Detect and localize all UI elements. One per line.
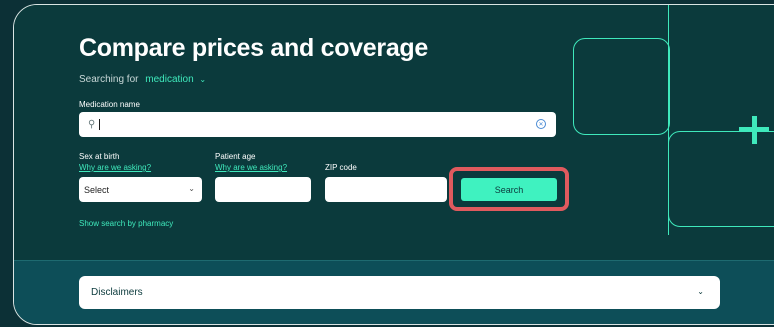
medication-label: Medication name (79, 100, 140, 109)
plus-icon-vertical (752, 116, 757, 144)
search-icon: ⚲ (88, 119, 96, 130)
pharmacy-search-link[interactable]: Show search by pharmacy (79, 219, 173, 228)
sex-select[interactable]: Select ⌄ (79, 177, 202, 202)
age-why-link[interactable]: Why are we asking? (215, 163, 287, 172)
disclaimers-accordion[interactable]: Disclaimers ⌄ (79, 276, 720, 309)
age-input[interactable] (215, 177, 311, 202)
sex-label: Sex at birth (79, 152, 120, 161)
clear-icon[interactable]: ✕ (536, 119, 546, 129)
sex-select-value: Select (84, 184, 110, 195)
decor-rect-outline (668, 131, 774, 227)
zip-input[interactable] (325, 177, 447, 202)
searching-for: Searching for medication ⌄ (79, 74, 206, 85)
medication-input[interactable]: ⚲ ✕ (79, 112, 556, 137)
search-button-highlight: Search (449, 167, 569, 211)
search-type-dropdown[interactable]: medication (145, 74, 193, 85)
text-caret (99, 119, 101, 130)
age-label: Patient age (215, 152, 256, 161)
search-button[interactable]: Search (461, 178, 557, 201)
zip-label: ZIP code (325, 163, 357, 172)
disclaimers-label: Disclaimers (91, 287, 143, 298)
sex-why-link[interactable]: Why are we asking? (79, 163, 151, 172)
decor-square-outline (573, 38, 670, 135)
searching-prefix: Searching for (79, 74, 139, 85)
chevron-down-icon[interactable]: ⌄ (199, 75, 206, 84)
chevron-down-icon: ⌄ (697, 287, 704, 296)
page-title: Compare prices and coverage (79, 34, 428, 62)
chevron-down-icon: ⌄ (188, 184, 195, 193)
